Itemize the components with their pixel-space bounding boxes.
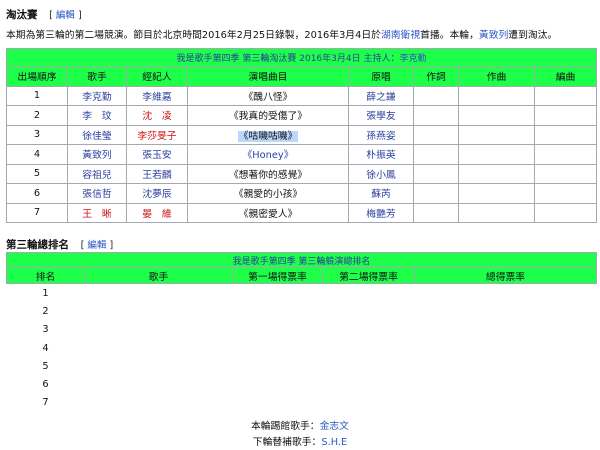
original-link[interactable]: 朴振英 (348, 144, 414, 165)
edit-link[interactable]: 編輯 (56, 10, 75, 21)
host-link[interactable]: 李克勤 (399, 54, 426, 64)
song-cell: 《想著你的感覺》 (187, 163, 349, 184)
section-title: 第三輪總排名 (6, 239, 69, 251)
original-link[interactable]: 梅艷芳 (348, 202, 414, 223)
singer-link[interactable]: 王 晰 (67, 202, 127, 223)
header-rank: 排名 (6, 267, 85, 284)
link-eliminated-singer[interactable]: 黃致列 (479, 30, 508, 41)
singer-link[interactable]: 黃致列 (67, 144, 127, 165)
section-heading-elimination: 淘汰賽 [ 編輯 ] (6, 7, 82, 22)
song-cell: 《醜八怪》 (187, 85, 349, 106)
table-row: 1 (42, 287, 49, 299)
table-row: 4 (42, 342, 49, 354)
table-header-row: 排名 歌手 第一場得票率 第二場得票率 總得票率 (6, 267, 597, 284)
edit-link-wrapper: [ 編輯 ] (49, 10, 82, 21)
table-row: 6 (42, 379, 49, 391)
header-first-vote: 第一場得票率 (232, 267, 323, 284)
header-composer: 作曲 (458, 66, 535, 87)
header-singer: 歌手 (84, 267, 233, 284)
substitute-link[interactable]: S.H.E (321, 437, 347, 448)
table-row: 3 徐佳瑩 李莎旻子 《咕嘰咕嘰》 孫燕姿 (6, 124, 597, 145)
table-caption-row: 我是歌手第四季 第三輪淘汰賽 2016年3月4日 主持人：李克勤 (6, 48, 597, 67)
edit-link[interactable]: 編輯 (87, 240, 106, 251)
elimination-table: 我是歌手第四季 第三輪淘汰賽 2016年3月4日 主持人：李克勤 出場順序 歌手… (6, 48, 597, 223)
agent-link[interactable]: 李維嘉 (126, 85, 188, 106)
singer-link[interactable]: 張信哲 (67, 183, 127, 204)
table-row: 5 (42, 360, 49, 372)
table-row: 7 (42, 397, 49, 409)
header-singer: 歌手 (67, 66, 127, 87)
original-link[interactable]: 薛之謙 (348, 85, 414, 106)
table-row: 3 (42, 324, 49, 336)
table-row: 5 容祖兒 王若麟 《想著你的感覺》 徐小鳳 (6, 163, 597, 184)
singer-link[interactable]: 容祖兒 (67, 163, 127, 184)
section-title: 淘汰賽 (6, 9, 38, 21)
agent-link[interactable]: 張玉安 (126, 144, 188, 165)
agent-link[interactable]: 沈夢辰 (126, 183, 188, 204)
header-arranger: 編曲 (534, 66, 597, 87)
table-row: 6 張信哲 沈夢辰 《親愛的小孩》 蘇芮 (6, 183, 597, 204)
song-highlight: 《咕嘰咕嘰》 (237, 130, 299, 142)
original-link[interactable]: 張學友 (348, 105, 414, 126)
header-second-vote: 第二場得票率 (322, 267, 415, 284)
ranking-table: 我是歌手第四季 第三輪競演總排名 排名 歌手 第一場得票率 第二場得票率 總得票… (6, 252, 597, 412)
original-link[interactable]: 孫燕姿 (348, 124, 414, 145)
table-row: 2 (42, 305, 49, 317)
challenger-link[interactable]: 金志文 (320, 421, 349, 432)
edit-link-wrapper: [ 編輯 ] (80, 240, 114, 251)
header-agent: 經紀人 (126, 66, 188, 87)
singer-link[interactable]: 李 玟 (67, 105, 127, 126)
substitute-line: 下輪替補歌手：S.H.E (252, 437, 348, 448)
table-caption-row: 我是歌手第四季 第三輪競演總排名 (6, 252, 597, 268)
header-lyricist: 作詞 (413, 66, 459, 87)
table-caption: 我是歌手第四季 第三輪淘汰賽 2016年3月4日 主持人：李克勤 (6, 48, 597, 67)
song-cell: 《親愛的小孩》 (187, 183, 349, 204)
agent-link[interactable]: 晏 維 (126, 202, 188, 223)
intro-paragraph: 本期為第三輪的第二場競演。節目於北京時間2016年2月25日錄製，2016年3月… (6, 30, 558, 41)
challenger-line: 本輪踢館歌手：金志文 (251, 421, 349, 432)
song-cell: 《親密愛人》 (187, 202, 349, 223)
song-cell: 《我真的受傷了》 (187, 105, 349, 126)
link-hunan-tv[interactable]: 湖南衛視 (381, 30, 420, 41)
table-row: 4 黃致列 張玉安 《Honey》 朴振英 (6, 144, 597, 165)
table-header-row: 出場順序 歌手 經紀人 演唱曲目 原唱 作詞 作曲 編曲 (6, 66, 597, 87)
agent-link[interactable]: 沈 凌 (126, 105, 188, 126)
table-row: 7 王 晰 晏 維 《親密愛人》 梅艷芳 (6, 202, 597, 223)
table-caption: 我是歌手第四季 第三輪競演總排名 (6, 252, 597, 268)
header-song: 演唱曲目 (187, 66, 349, 87)
table-row: 2 李 玟 沈 凌 《我真的受傷了》 張學友 (6, 105, 597, 126)
agent-link[interactable]: 李莎旻子 (126, 124, 188, 145)
agent-link[interactable]: 王若麟 (126, 163, 188, 184)
section-heading-ranking: 第三輪總排名 [ 編輯 ] (6, 237, 113, 252)
table-row: 1 李克勤 李維嘉 《醜八怪》 薛之謙 (6, 85, 597, 106)
song-cell: 《Honey》 (187, 144, 349, 165)
header-original: 原唱 (348, 66, 414, 87)
singer-link[interactable]: 徐佳瑩 (67, 124, 127, 145)
singer-link[interactable]: 李克勤 (67, 85, 127, 106)
original-link[interactable]: 徐小鳳 (348, 163, 414, 184)
original-link[interactable]: 蘇芮 (348, 183, 414, 204)
header-order: 出場順序 (6, 66, 68, 87)
page: 淘汰賽 [ 編輯 ] 本期為第三輪的第二場競演。節目於北京時間2016年2月25… (0, 0, 600, 450)
song-cell: 《咕嘰咕嘰》 (187, 124, 349, 145)
header-total-vote: 總得票率 (414, 267, 597, 284)
